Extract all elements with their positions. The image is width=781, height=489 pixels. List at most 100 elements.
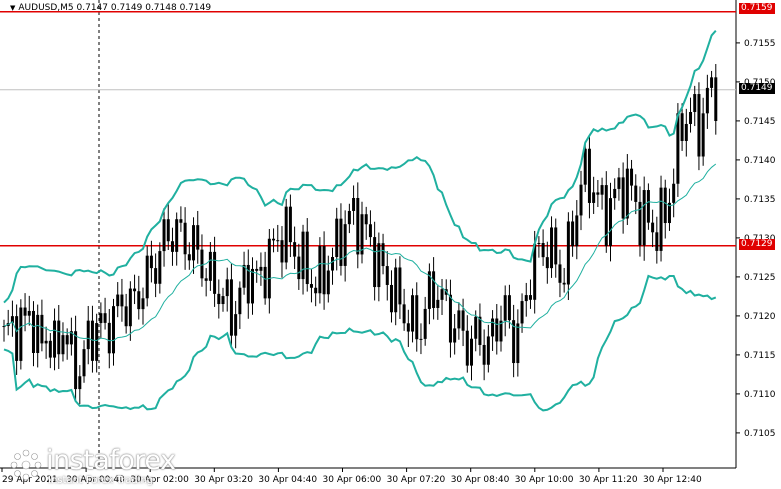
x-tick-label: 30 Apr 07:20 <box>387 475 446 485</box>
candle-body <box>175 219 179 252</box>
candle-body <box>423 308 427 339</box>
candle-body <box>322 246 326 295</box>
candle-body <box>331 257 335 271</box>
candle-body <box>2 326 6 328</box>
candle-body <box>528 295 532 300</box>
candle-body <box>27 310 31 316</box>
x-tick-label: 30 Apr 08:40 <box>451 475 510 485</box>
candle-body <box>133 288 137 292</box>
candle-body <box>482 344 486 365</box>
candle-body <box>406 323 410 332</box>
candle-body <box>575 215 579 247</box>
candle-body <box>364 214 368 225</box>
candle-body <box>250 268 254 304</box>
candle-body <box>655 232 659 251</box>
candle-body <box>183 222 187 255</box>
price-chart[interactable]: 0.71550.71500.71450.71400.71350.71300.71… <box>0 0 781 489</box>
candle-body <box>99 313 103 324</box>
candle-body <box>301 231 305 280</box>
candle-body <box>613 188 617 199</box>
candle-body <box>103 313 107 323</box>
candle-body <box>398 267 402 305</box>
candle-body <box>495 318 499 342</box>
candle-body <box>95 323 99 361</box>
candle-body <box>137 291 141 310</box>
candle-body <box>642 190 646 246</box>
candle-body <box>520 301 524 324</box>
chart-header: ▼ AUDUSD,M5 0.7147 0.7149 0.7148 0.7149 <box>10 3 211 13</box>
candle-body <box>680 113 684 141</box>
candle-body <box>166 219 170 242</box>
candle-body <box>558 264 562 283</box>
bollinger-middle-band <box>3 163 717 342</box>
price-label-current: 0.7149 <box>739 83 775 94</box>
candle-body <box>15 316 19 361</box>
candle-body <box>154 268 158 284</box>
candle-body <box>107 322 111 354</box>
candle-body <box>31 310 35 353</box>
x-tick-label: 30 Apr 06:00 <box>323 475 382 485</box>
candle-body <box>486 336 490 365</box>
candle-body <box>550 227 554 269</box>
candle-body <box>646 190 650 223</box>
logo-wordmark: instaforex <box>46 445 176 476</box>
candle-body <box>411 295 415 332</box>
candle-body <box>537 242 541 244</box>
price-label-top-level: 0.7159 <box>739 3 775 14</box>
candle-body <box>453 328 457 343</box>
candle-body <box>566 221 570 285</box>
candle-body <box>470 338 474 366</box>
candle-body <box>672 183 676 203</box>
candle-body <box>86 320 90 350</box>
y-tick-label: 0.7145 <box>744 117 776 127</box>
candle-body <box>204 278 208 281</box>
candle-body <box>229 279 233 336</box>
candle-body <box>255 268 259 271</box>
candle-body <box>276 240 280 242</box>
candle-body <box>335 218 339 258</box>
candle-body <box>149 255 153 269</box>
y-tick-label: 0.7110 <box>744 390 776 400</box>
candle-body <box>474 316 478 339</box>
candle-body <box>373 237 377 288</box>
candle-body <box>440 289 444 300</box>
candle-body <box>705 87 709 114</box>
candle-body <box>78 376 82 390</box>
x-tick-label: 30 Apr 04:40 <box>258 475 317 485</box>
candle-body <box>432 271 436 308</box>
x-tick-label: 30 Apr 11:20 <box>579 475 638 485</box>
candle-body <box>225 279 229 297</box>
collapse-triangle-icon[interactable]: ▼ <box>10 4 15 12</box>
candle-body <box>377 243 381 288</box>
candle-body <box>630 168 634 186</box>
instaforex-logo: instaforex Instant Forex Trading <box>4 443 194 489</box>
candle-body <box>503 295 507 321</box>
candle-body <box>491 318 495 337</box>
y-tick-label: 0.7105 <box>744 429 776 439</box>
candle-body <box>541 242 545 258</box>
candle-body <box>343 224 347 266</box>
candle-body <box>234 314 238 336</box>
candle-body <box>112 306 116 354</box>
bollinger-upper-band <box>3 30 717 304</box>
candle-body <box>554 227 558 265</box>
candle-body <box>448 294 452 343</box>
candle-body <box>263 266 267 299</box>
candle-body <box>61 335 65 355</box>
candle-body <box>545 257 549 269</box>
logo-tagline: Instant Forex Trading <box>48 475 154 486</box>
candle-body <box>368 224 372 238</box>
candle-body <box>196 225 200 250</box>
candle-body <box>621 177 625 219</box>
candle-body <box>200 249 204 279</box>
candle-body <box>617 177 621 189</box>
candle-body <box>170 241 174 252</box>
y-tick-label: 0.7125 <box>744 273 776 283</box>
candle-body <box>53 320 57 358</box>
x-tick-label: 30 Apr 12:40 <box>643 475 702 485</box>
candle-body <box>625 168 629 219</box>
candle-body <box>305 231 309 285</box>
candle-body <box>524 295 528 302</box>
candle-body <box>36 314 40 353</box>
candle-body <box>267 238 271 299</box>
